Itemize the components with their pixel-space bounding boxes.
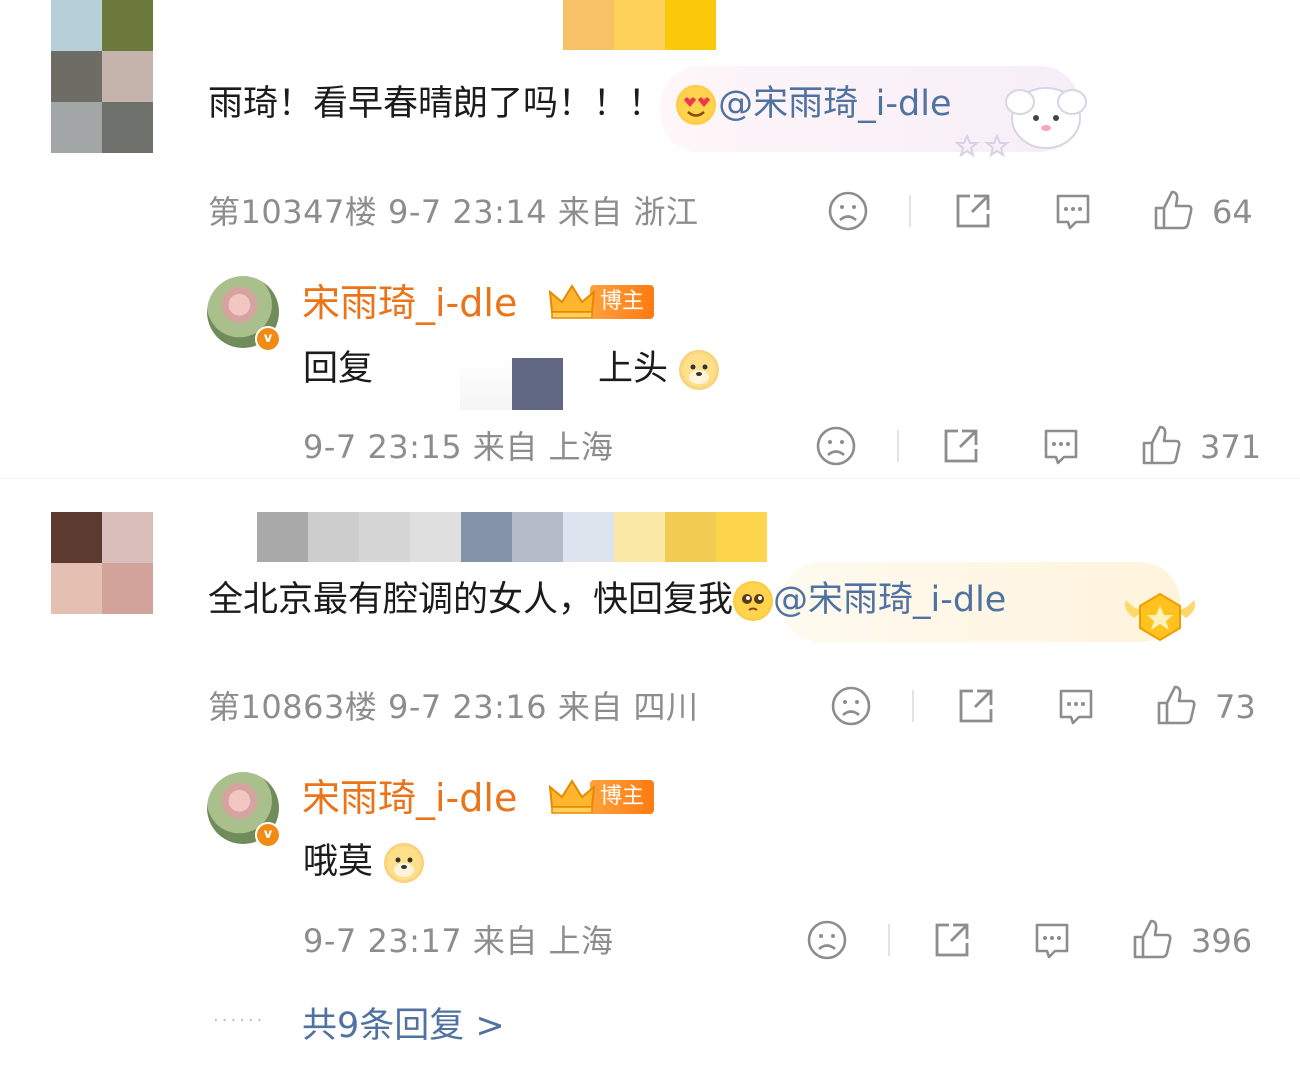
location: 四川 [633, 688, 699, 726]
reply-prefix: 回复 [303, 349, 374, 389]
crown-icon [548, 284, 596, 319]
comment-text: 全北京最有腔调的女人，快回复我 @宋雨琦_i-dle [208, 578, 1006, 622]
from-label: 来自 [472, 428, 538, 466]
reply-prefix: 哦莫 [303, 842, 374, 882]
share-icon[interactable] [940, 425, 982, 467]
reply-suffix: 上头 [598, 349, 669, 389]
from-label: 来自 [557, 193, 623, 231]
comment-body: 雨琦！看早春晴朗了吗！！！ [208, 84, 664, 124]
action-divider [897, 430, 899, 462]
dislike-face-icon[interactable] [815, 425, 857, 467]
doge-emoji-icon [384, 843, 425, 883]
username-blurred[interactable] [563, 0, 716, 50]
reply-username[interactable]: 宋雨琦_i-dle [302, 280, 517, 326]
location: 上海 [548, 922, 614, 960]
timestamp: 9-7 23:16 [387, 688, 548, 726]
like-thumb-icon[interactable] [1140, 423, 1182, 467]
reply-text-suffix: 上头 [598, 347, 720, 391]
user-avatar-mosaic[interactable] [51, 0, 153, 102]
like-thumb-icon[interactable] [1152, 188, 1194, 232]
like-count: 371 [1200, 428, 1262, 466]
timestamp: 9-7 23:17 [303, 922, 463, 960]
comment-separator [0, 478, 1300, 479]
dislike-face-icon[interactable] [806, 919, 848, 961]
from-label: 来自 [472, 922, 538, 960]
comment-text: 雨琦！看早春晴朗了吗！！！ @宋雨琦_i-dle [208, 82, 951, 126]
share-icon[interactable] [955, 685, 997, 727]
reply-meta: 9-7 23:15 来自 上海 [303, 427, 614, 467]
doge-emoji-icon [679, 350, 720, 390]
star-decor-icon [955, 134, 1010, 158]
location: 上海 [548, 428, 614, 466]
comment-icon[interactable] [1031, 919, 1073, 963]
action-divider [888, 924, 890, 956]
reply-meta: 9-7 23:17 来自 上海 [303, 921, 614, 961]
mention-link[interactable]: @宋雨琦_i-dle [773, 580, 1006, 620]
dislike-face-icon[interactable] [827, 190, 869, 232]
blogger-badge: 博主 [546, 284, 655, 319]
more-replies-link[interactable]: 共9条回复 > [302, 1004, 505, 1048]
action-divider [909, 195, 911, 227]
comment-icon[interactable] [1040, 425, 1082, 469]
crown-icon [548, 779, 596, 814]
comment-icon[interactable] [1055, 685, 1097, 729]
dislike-face-icon[interactable] [830, 685, 872, 727]
comment-meta: 第10863楼 9-7 23:16 来自 四川 [208, 687, 699, 727]
heart-eyes-emoji-icon [676, 85, 717, 125]
username-blurred[interactable] [206, 512, 767, 562]
blogger-badge: 博主 [546, 779, 655, 814]
timestamp: 9-7 23:14 [387, 193, 548, 231]
floor-number: 第10863楼 [208, 688, 378, 726]
reply-target-blurred [460, 358, 512, 410]
thread-dots: ······ [213, 1010, 266, 1031]
like-thumb-icon[interactable] [1131, 917, 1173, 961]
comment-body: 全北京最有腔调的女人，快回复我 [208, 580, 734, 620]
comment-icon[interactable] [1052, 190, 1094, 234]
user-avatar-mosaic-lower [51, 102, 153, 153]
blogger-tag: 博主 [590, 780, 655, 814]
action-divider [912, 690, 914, 722]
reply-text: 回复 [303, 347, 373, 391]
floor-number: 第10347楼 [208, 193, 378, 231]
like-count: 73 [1215, 688, 1256, 726]
gold-medal-icon [1125, 592, 1195, 642]
from-label: 来自 [557, 688, 623, 726]
mention-link[interactable]: @宋雨琦_i-dle [718, 84, 951, 124]
like-count: 396 [1191, 922, 1253, 960]
reply-target-blurred-block [512, 358, 563, 410]
timestamp: 9-7 23:15 [303, 428, 463, 466]
reply-text: 哦莫 [303, 840, 425, 884]
share-icon[interactable] [952, 190, 994, 232]
comment-meta: 第10347楼 9-7 23:14 来自 浙江 [208, 192, 699, 232]
location: 浙江 [633, 193, 699, 231]
verified-badge-icon: v [255, 326, 281, 352]
user-avatar-mosaic[interactable] [51, 512, 153, 614]
share-icon[interactable] [931, 919, 973, 961]
pleading-emoji-icon [733, 581, 774, 621]
like-thumb-icon[interactable] [1155, 683, 1197, 727]
reply-username[interactable]: 宋雨琦_i-dle [302, 775, 517, 821]
blogger-tag: 博主 [590, 285, 655, 319]
like-count: 64 [1212, 193, 1253, 231]
verified-badge-icon: v [255, 822, 281, 848]
